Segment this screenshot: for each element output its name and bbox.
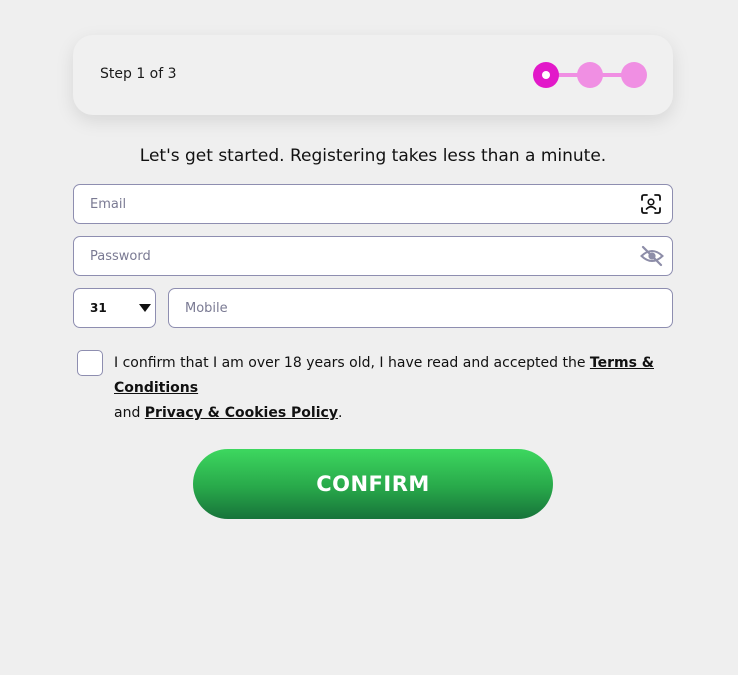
mobile-field-wrapper <box>168 288 673 328</box>
password-field-wrapper <box>73 236 673 276</box>
step-label: Step 1 of 3 <box>100 66 177 82</box>
mobile-input[interactable] <box>169 289 672 327</box>
country-code-value: 31 <box>90 301 107 315</box>
confirm-button[interactable]: CONFIRM <box>193 449 553 519</box>
step-indicator <box>533 62 647 88</box>
consent-text-after: . <box>337 405 343 421</box>
email-input[interactable] <box>74 185 672 223</box>
step-dot-3 <box>621 62 647 88</box>
consent-text: I confirm that I am over 18 years old, I… <box>114 351 679 426</box>
step-progress-card: Step 1 of 3 <box>73 35 673 115</box>
step-dot-2 <box>577 62 603 88</box>
consent-text-before: I confirm that I am over 18 years old, I… <box>114 355 590 371</box>
password-input[interactable] <box>74 237 672 275</box>
caret-down-icon <box>139 304 151 312</box>
privacy-link[interactable]: Privacy & Cookies Policy <box>145 405 338 421</box>
intro-text: Let's get started. Registering takes les… <box>139 146 607 166</box>
eye-off-icon[interactable] <box>640 245 664 267</box>
consent-checkbox[interactable] <box>77 350 103 376</box>
step-dot-1 <box>533 62 559 88</box>
face-scan-icon[interactable] <box>640 193 662 215</box>
email-field-wrapper <box>73 184 673 224</box>
consent-text-middle: and <box>114 405 145 421</box>
country-code-select[interactable]: 31 <box>73 288 156 328</box>
